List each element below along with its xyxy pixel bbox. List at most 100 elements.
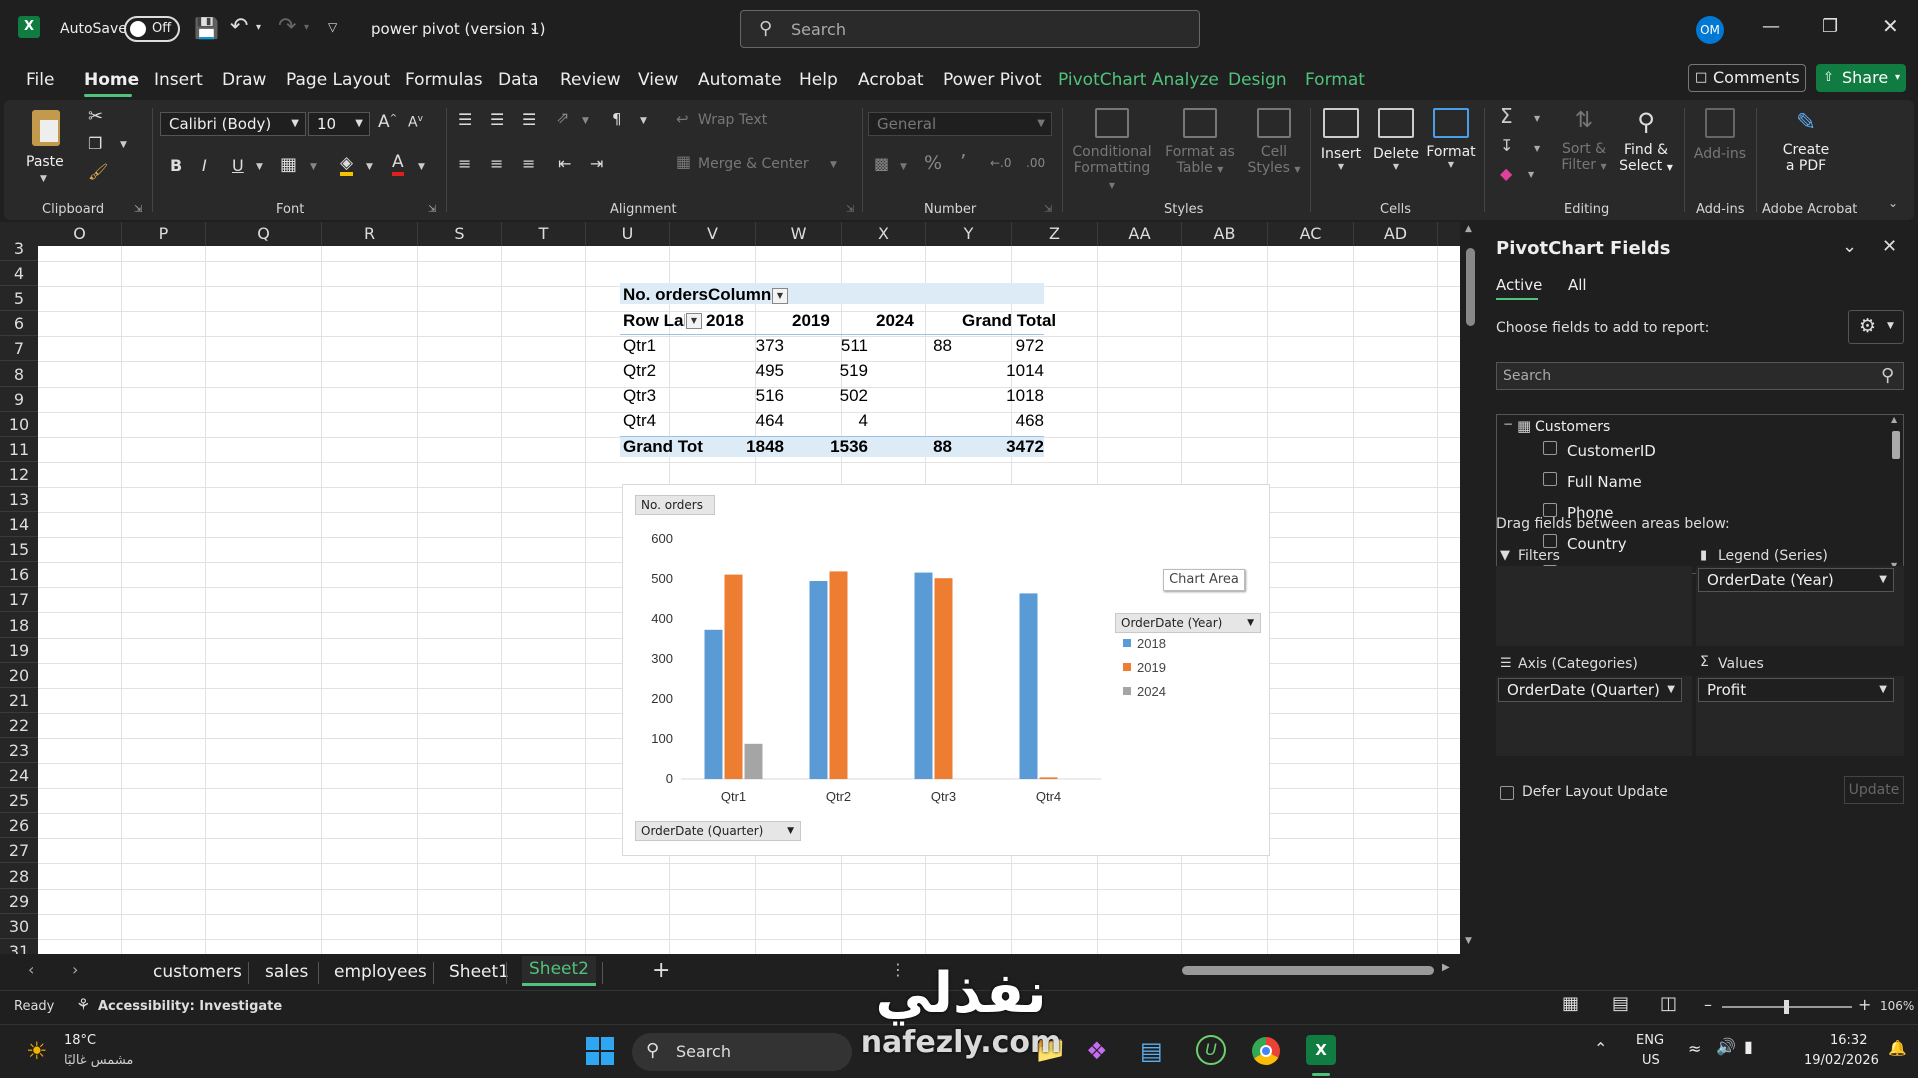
format-cells-button[interactable]: Format ▼ bbox=[1424, 108, 1478, 198]
row-header-17[interactable]: 17 bbox=[0, 587, 38, 613]
row-header-23[interactable]: 23 bbox=[0, 738, 38, 763]
close-icon[interactable]: ✕ bbox=[1882, 14, 1899, 38]
collapse-table-icon[interactable]: − bbox=[1503, 417, 1513, 431]
row-header-26[interactable]: 26 bbox=[0, 813, 38, 839]
pivot-row-qtr2-value[interactable]: 519 bbox=[788, 358, 868, 383]
row-header-4[interactable]: 4 bbox=[0, 261, 38, 287]
pivot-row-qtr2-label[interactable]: Qtr2 bbox=[623, 358, 703, 383]
pivot-row-qtr1-label[interactable]: Qtr1 bbox=[623, 333, 703, 358]
customize-qat-icon[interactable]: ▽ bbox=[328, 20, 337, 34]
row-header-14[interactable]: 14 bbox=[0, 512, 38, 538]
app-icon-remote[interactable]: ▤ bbox=[1140, 1037, 1163, 1065]
row-header-8[interactable]: 8 bbox=[0, 362, 38, 387]
format-as-table-button[interactable]: Format as Table ▼ bbox=[1162, 108, 1238, 198]
column-header-t[interactable]: T bbox=[502, 222, 586, 246]
chart-plot-svg[interactable]: 0 100 200 300 400 500 600 Qtr1 Qtr2 Qtr3 Qtr4 2018 2… bbox=[623, 485, 1271, 857]
pivot-row-qtr1-value[interactable]: 511 bbox=[788, 333, 868, 358]
column-header-x[interactable]: X bbox=[842, 222, 926, 246]
wrap-text-button[interactable]: Wrap Text bbox=[698, 112, 767, 128]
clear-dropdown-icon[interactable]: ▼ bbox=[1528, 170, 1534, 179]
avatar[interactable]: OM bbox=[1696, 16, 1724, 44]
column-header-ab[interactable]: AB bbox=[1182, 222, 1268, 246]
align-center-icon[interactable]: ≡ bbox=[490, 154, 503, 173]
pivot-column-label[interactable]: Column bbox=[708, 282, 780, 307]
row-header-7[interactable]: 7 bbox=[0, 336, 38, 362]
sheet-tab-sheet2[interactable]: Sheet2 bbox=[522, 956, 596, 986]
tab-review[interactable]: Review bbox=[560, 70, 621, 90]
column-header-u[interactable]: U bbox=[586, 222, 670, 246]
row-filter-icon[interactable]: ▼ bbox=[686, 313, 702, 329]
windows-start-icon[interactable] bbox=[586, 1037, 614, 1065]
increase-indent-icon[interactable]: ⇥ bbox=[590, 154, 603, 173]
redo-dropdown-icon[interactable]: ▾ bbox=[304, 22, 309, 33]
undo-icon[interactable]: ↶ bbox=[230, 14, 248, 39]
row-header-30[interactable]: 30 bbox=[0, 914, 38, 939]
orientation-dropdown-icon[interactable]: ▼ bbox=[582, 116, 589, 126]
row-header-6[interactable]: 6 bbox=[0, 311, 38, 337]
language-eng[interactable]: ENG bbox=[1636, 1033, 1664, 1048]
row-header-24[interactable]: 24 bbox=[0, 763, 38, 789]
legend-field-button[interactable]: OrderDate (Year) ▼ bbox=[1115, 613, 1261, 633]
pivot-row-qtr2-value[interactable] bbox=[872, 358, 952, 383]
search-box[interactable]: ⚲ Search bbox=[740, 10, 1200, 48]
row-header-28[interactable]: 28 bbox=[0, 864, 38, 889]
defer-layout-checkbox[interactable] bbox=[1500, 786, 1514, 800]
align-right-icon[interactable]: ≡ bbox=[522, 154, 535, 173]
zoom-in-icon[interactable]: + bbox=[1858, 995, 1871, 1014]
row-header-5[interactable]: 5 bbox=[0, 286, 38, 312]
autosave-toggle[interactable]: Off bbox=[124, 16, 180, 42]
field-checkbox-customerid[interactable] bbox=[1543, 441, 1557, 455]
pivot-row-qtr3-value[interactable]: 516 bbox=[704, 383, 784, 408]
row-header-31[interactable]: 31 bbox=[0, 939, 38, 954]
pivot-row-qtr4-value[interactable]: 468 bbox=[964, 408, 1044, 433]
weather-temp[interactable]: 18°C bbox=[64, 1033, 96, 1048]
vertical-scrollbar[interactable]: ▲ ▼ bbox=[1460, 222, 1482, 954]
language-us[interactable]: US bbox=[1642, 1053, 1660, 1068]
format-painter-icon[interactable]: 🖌 bbox=[88, 162, 108, 181]
volume-icon[interactable]: 🔊 bbox=[1716, 1037, 1736, 1056]
add-sheet-icon[interactable]: + bbox=[652, 958, 670, 983]
weather-desc[interactable]: مشمس غالبًا bbox=[64, 1053, 133, 1068]
legend-field-pill[interactable]: OrderDate (Year) ▼ bbox=[1698, 568, 1894, 592]
column-header-aa[interactable]: AA bbox=[1098, 222, 1182, 246]
column-header-w[interactable]: W bbox=[756, 222, 842, 246]
taskbar-search[interactable]: ⚲ Search bbox=[632, 1033, 852, 1071]
row-header-25[interactable]: 25 bbox=[0, 788, 38, 814]
font-size-select[interactable]: 10 ▼ bbox=[308, 112, 370, 136]
excel-taskbar-icon[interactable]: X bbox=[1306, 1035, 1336, 1065]
sheet-tab-sheet1[interactable]: Sheet1 bbox=[449, 962, 509, 982]
column-header-q[interactable]: Q bbox=[206, 222, 322, 246]
share-button[interactable]: ⇧ Share ▾ bbox=[1816, 64, 1906, 92]
pivot-grand-total-value[interactable]: 88 bbox=[872, 434, 952, 459]
clock-time[interactable]: 16:32 bbox=[1830, 1033, 1867, 1048]
sheet-tab-customers[interactable]: customers bbox=[153, 962, 242, 982]
tab-acrobat[interactable]: Acrobat bbox=[858, 70, 924, 90]
ribbon-collapse-icon[interactable]: ⌄ bbox=[1888, 196, 1898, 210]
field-label-country[interactable]: Country bbox=[1567, 535, 1627, 553]
decrease-indent-icon[interactable]: ⇤ bbox=[558, 154, 571, 173]
number-launcher-icon[interactable]: ⇲ bbox=[1044, 204, 1052, 215]
percent-icon[interactable]: % bbox=[924, 152, 942, 174]
row-header-27[interactable]: 27 bbox=[0, 838, 38, 864]
tab-view[interactable]: View bbox=[638, 70, 678, 90]
pivot-row-label[interactable]: Row Lal bbox=[623, 308, 685, 333]
pivot-chart[interactable]: No. orders 0 100 200 300 400 500 600 Qtr1 Qtr2 Qt… bbox=[622, 484, 1270, 856]
column-header-ac[interactable]: AC bbox=[1268, 222, 1354, 246]
tab-data[interactable]: Data bbox=[498, 70, 539, 90]
clipboard-launcher-icon[interactable]: ⇲ bbox=[134, 204, 142, 215]
insert-cells-button[interactable]: Insert ▼ bbox=[1316, 108, 1366, 198]
zoom-slider-thumb[interactable] bbox=[1784, 1000, 1789, 1014]
update-button[interactable]: Update bbox=[1844, 776, 1904, 804]
tab-design[interactable]: Design bbox=[1228, 70, 1287, 90]
values-field-pill[interactable]: Profit ▼ bbox=[1698, 678, 1894, 702]
cut-icon[interactable]: ✂ bbox=[88, 106, 103, 127]
pivot-row-qtr4-label[interactable]: Qtr4 bbox=[623, 408, 703, 433]
pivot-values-label[interactable]: No. orders bbox=[623, 282, 709, 307]
field-label-customerid[interactable]: CustomerID bbox=[1567, 442, 1656, 460]
sheet-tab-employees[interactable]: employees bbox=[334, 962, 427, 982]
decrease-decimal-icon[interactable]: .00 bbox=[1026, 156, 1045, 170]
normal-view-icon[interactable]: ▦ bbox=[1562, 993, 1579, 1014]
pivot-row-qtr2-value[interactable]: 495 bbox=[704, 358, 784, 383]
app-icon-u[interactable]: U bbox=[1196, 1035, 1226, 1065]
redo-icon[interactable]: ↷ bbox=[278, 14, 296, 39]
